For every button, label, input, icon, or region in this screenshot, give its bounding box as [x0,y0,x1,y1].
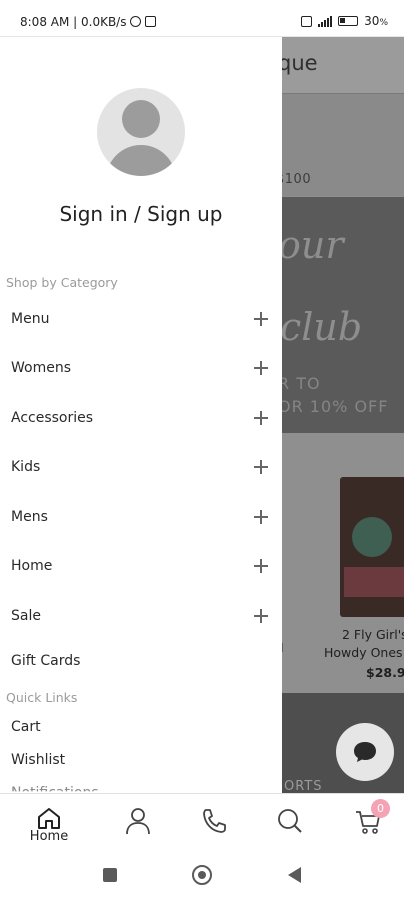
volte-icon [301,15,313,27]
back-button[interactable] [288,867,301,883]
nav-phone[interactable] [184,794,244,850]
background-app-overlay[interactable]: que $100 our club R TO OR 10% OFF I 2 Fl… [282,37,404,793]
category-item-kids[interactable]: Kids [0,450,282,486]
home-button[interactable] [192,865,212,885]
promo-line2: OR 10% OFF [282,397,389,416]
gift-cards-label: Gift Cards [11,653,81,669]
search-icon [278,809,302,833]
status-right: 30% [301,14,388,28]
expand-plus-icon[interactable] [254,312,268,326]
quick-link-cart[interactable]: Cart [0,710,282,746]
category-label: Accessories [11,410,94,426]
category-label: Womens [11,360,72,376]
expand-plus-icon[interactable] [254,361,268,375]
quick-link-label: Wishlist [11,752,66,768]
category-label: Sale [11,608,41,624]
battery-icon [338,16,359,26]
system-nav-bar [0,849,404,900]
promo-line1: R TO [282,374,321,393]
quick-link-cut-off[interactable]: Notifications [11,785,99,791]
background-banner: $100 [282,94,404,196]
signin-link[interactable]: Sign in / Sign up [0,202,282,226]
background-product-card: I 2 Fly Girl's Howdy Ones $28.99 [282,433,404,693]
nav-home-label: Home [29,829,69,844]
nav-search[interactable] [260,794,320,850]
battery-percent: 30% [364,14,388,28]
nav-home[interactable]: Home [19,794,79,850]
alarm-icon [130,16,142,27]
category-item-womens[interactable]: Womens [0,351,282,387]
category-item-accessories[interactable]: Accessories [0,401,282,437]
background-banner-text: $100 [282,172,312,187]
cart-badge: 0 [371,799,390,818]
expand-plus-icon[interactable] [254,559,268,573]
category-label: Menu [11,311,50,327]
quick-links-label: Quick Links [6,690,78,705]
expand-plus-icon[interactable] [254,460,268,474]
background-header-title: que [282,51,318,75]
bottom-nav: Home [0,793,404,850]
promo-script-line2: club [282,305,363,349]
quick-link-wishlist[interactable]: Wishlist [0,743,282,779]
product-name-line1: 2 Fly Girl's [342,627,404,642]
status-bar: 8:08 AM | 0.0KB/s 30% [0,0,404,37]
category-label: Mens [11,509,48,525]
notification-icon [145,16,157,27]
category-label: Home [11,558,53,574]
background-left-fragment: I [282,640,284,655]
product-price: $28.99 [366,665,404,680]
phone-icon [203,809,226,833]
status-left: 8:08 AM | 0.0KB/s [20,15,157,29]
product-name-line2: Howdy Ones [324,645,403,660]
nav-account[interactable] [108,794,168,850]
promo-script-line1: our [282,223,344,267]
status-time: 8:08 AM | 0.0KB/s [20,15,127,29]
expand-plus-icon[interactable] [254,411,268,425]
gift-cards-item[interactable]: Gift Cards [0,644,282,680]
navigation-drawer: Sign in / Sign up Shop by Category Menu … [0,37,282,793]
category-item-menu[interactable]: Menu [0,302,282,338]
nav-cart[interactable] [338,794,398,850]
background-header: que [282,37,404,94]
expand-plus-icon[interactable] [254,609,268,623]
shop-by-category-label: Shop by Category [6,275,118,290]
category-label: Kids [11,459,41,475]
category-item-mens[interactable]: Mens [0,500,282,536]
background-bottom-text: ORTS [284,779,323,793]
product-image [340,477,404,617]
home-icon [38,808,60,829]
category-item-home[interactable]: Home [0,549,282,585]
avatar[interactable] [97,88,185,176]
user-icon [126,808,150,835]
chat-button[interactable] [336,723,394,781]
background-promo-banner: our club R TO OR 10% OFF [282,197,404,433]
chat-icon [354,742,376,762]
recents-button[interactable] [103,868,117,882]
signal-icon [318,15,333,27]
expand-plus-icon[interactable] [254,510,268,524]
quick-link-label: Cart [11,719,41,735]
category-item-sale[interactable]: Sale [0,599,282,635]
